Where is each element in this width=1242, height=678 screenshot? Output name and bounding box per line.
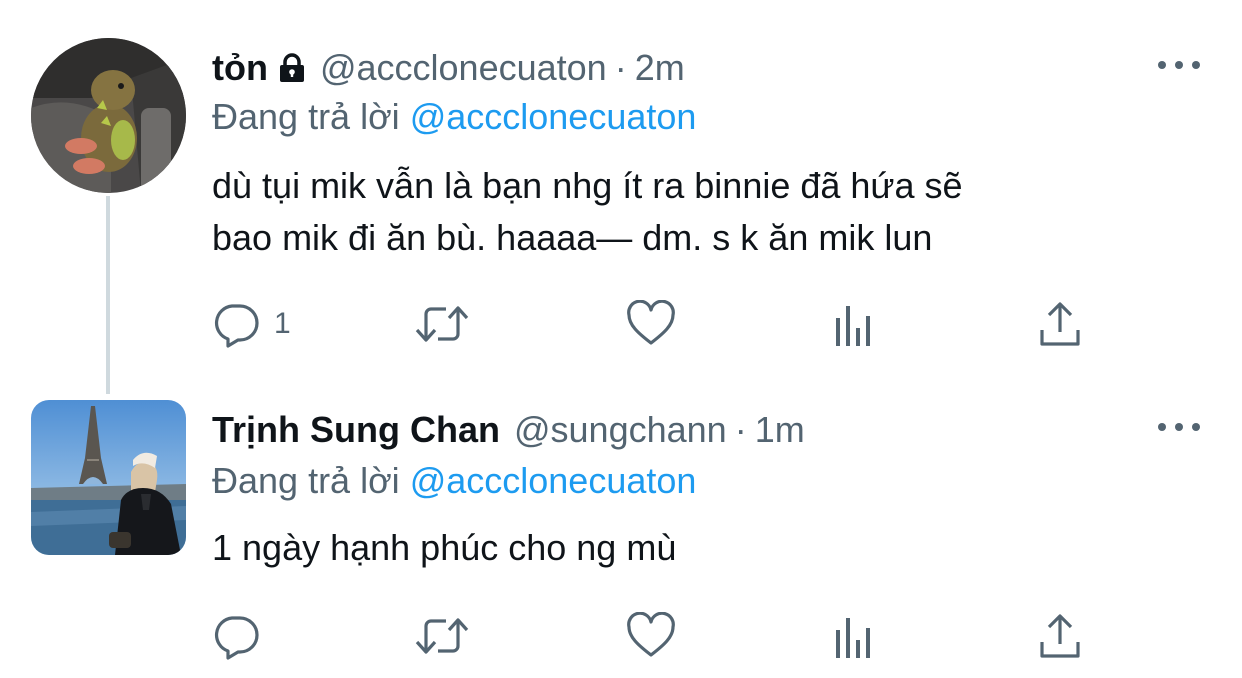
more-icon[interactable] (1158, 417, 1200, 437)
retweet-icon (415, 306, 469, 342)
tweet[interactable]: tỏn @accclonecuaton · 2m Đang trả lời @a… (0, 0, 1242, 394)
tweet-text-line: dù tụi mik vẫn là bạn nhg ít ra binnie đ… (212, 165, 963, 206)
reply-button[interactable] (212, 608, 274, 664)
tweet-actions: 1 (212, 296, 1092, 352)
tweet-header: Trịnh Sung Chan @sungchann · 1m (212, 406, 805, 454)
retweet-icon (415, 618, 469, 654)
reply-icon (214, 304, 259, 348)
display-name[interactable]: tỏn (212, 47, 268, 89)
tweet-actions (212, 608, 1092, 664)
tweet[interactable]: Trịnh Sung Chan @sungchann · 1m Đang trả… (0, 390, 1242, 678)
timestamp[interactable]: 1m (755, 409, 805, 451)
reply-button[interactable]: 1 (212, 296, 291, 352)
user-handle[interactable]: @accclonecuaton (320, 47, 607, 89)
replying-to-label: Đang trả lời (212, 96, 400, 137)
retweet-button[interactable] (414, 608, 470, 664)
share-button[interactable] (1038, 296, 1082, 352)
heart-icon (627, 612, 675, 657)
tweet-header: tỏn @accclonecuaton · 2m (212, 44, 685, 92)
avatar-plush-dinosaur-image (31, 38, 186, 193)
like-button[interactable] (626, 608, 676, 664)
more-icon[interactable] (1158, 55, 1200, 75)
replying-to-label: Đang trả lời (212, 460, 400, 501)
separator: · (734, 409, 747, 450)
replying-to: Đang trả lời @accclonecuaton (212, 458, 696, 504)
user-handle[interactable]: @sungchann (514, 409, 727, 451)
display-name[interactable]: Trịnh Sung Chan (212, 409, 500, 451)
separator: · (614, 47, 627, 88)
views-button[interactable] (834, 296, 876, 352)
avatar[interactable] (31, 400, 186, 555)
tweet-text-line: bao mik đi ăn bù. haaaa— dm. s k ăn mik … (212, 217, 933, 258)
replying-to-handle[interactable]: @accclonecuaton (410, 96, 697, 137)
views-icon (836, 306, 870, 346)
views-button[interactable] (834, 608, 876, 664)
avatar[interactable] (31, 38, 186, 193)
avatar-eiffel-tower-photo-image (31, 400, 186, 555)
tweet-text-line: 1 ngày hạnh phúc cho ng mù (212, 527, 677, 568)
lock-icon (278, 53, 306, 83)
views-icon (836, 618, 870, 658)
replying-to-handle[interactable]: @accclonecuaton (410, 460, 697, 501)
like-button[interactable] (626, 296, 676, 352)
thread-line (106, 196, 110, 394)
retweet-button[interactable] (414, 296, 470, 352)
tweet-text: 1 ngày hạnh phúc cho ng mù (212, 522, 1202, 574)
reply-icon (214, 616, 259, 660)
reply-count: 1 (274, 307, 291, 340)
heart-icon (627, 300, 675, 345)
tweet-text: dù tụi mik vẫn là bạn nhg ít ra binnie đ… (212, 160, 1202, 264)
share-icon (1040, 302, 1080, 346)
timestamp[interactable]: 2m (635, 47, 685, 89)
share-icon (1040, 614, 1080, 658)
replying-to: Đang trả lời @accclonecuaton (212, 94, 696, 140)
share-button[interactable] (1038, 608, 1082, 664)
